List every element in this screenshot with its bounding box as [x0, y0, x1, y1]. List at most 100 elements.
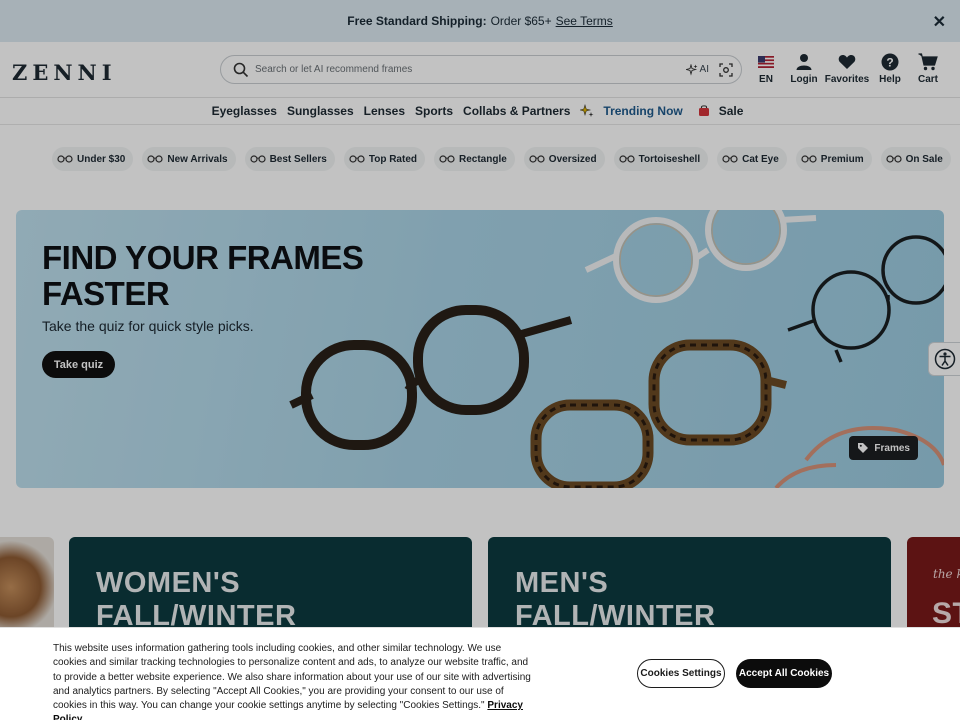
- nav-item-collabs[interactable]: Collabs & Partners: [463, 104, 570, 118]
- help-button[interactable]: ? Help: [872, 52, 908, 85]
- filter-chip[interactable]: Rectangle: [434, 147, 515, 171]
- search-icon: [227, 56, 255, 84]
- filter-chip-label: Cat Eye: [742, 153, 779, 165]
- glasses-icon: [249, 155, 266, 163]
- frames-tag-label: Frames: [874, 442, 910, 454]
- right-card-title: ST: [932, 597, 960, 630]
- cart-button[interactable]: Cart: [910, 52, 946, 85]
- promo-cards: WOMEN'S FALL/WINTER MEN'S FALL/WINTER th…: [0, 537, 960, 637]
- accessibility-icon: [934, 348, 955, 370]
- sparkle-icon: [685, 63, 698, 76]
- glasses-icon: [722, 155, 738, 163]
- filter-chip[interactable]: Oversized: [523, 147, 605, 171]
- promo-bar: Free Standard Shipping: Order $65+ See T…: [0, 0, 960, 42]
- filter-chip[interactable]: Under $30: [52, 147, 134, 171]
- sale-tag-icon: [698, 105, 709, 116]
- womens-card-title: WOMEN'S FALL/WINTER: [96, 567, 296, 633]
- hero-title: FIND YOUR FRAMES FASTER: [42, 239, 364, 312]
- hero-subtitle: Take the quiz for quick style picks.: [42, 318, 254, 334]
- nav-item-sale[interactable]: Sale: [698, 104, 749, 118]
- filter-chip-label: Oversized: [548, 153, 597, 165]
- filter-chip[interactable]: Premium: [795, 147, 872, 171]
- nav-item-sports[interactable]: Sports: [415, 104, 453, 118]
- cookie-body: This website uses information gathering …: [53, 643, 531, 712]
- glasses-icon: [885, 155, 902, 163]
- accessibility-button[interactable]: [928, 342, 960, 376]
- promo-card-partial-right[interactable]: the k ST: [907, 537, 960, 637]
- glasses-icon: [57, 155, 73, 163]
- filter-chip[interactable]: Top Rated: [343, 147, 425, 171]
- user-icon: [795, 52, 813, 72]
- svg-text:?: ?: [886, 55, 893, 69]
- womens-title-line1: WOMEN'S: [96, 567, 241, 599]
- hero-title-line1: FIND YOUR FRAMES: [42, 239, 364, 276]
- main-nav: Eyeglasses Sunglasses Lenses Sports Coll…: [0, 98, 960, 125]
- filter-chips: Under $30 New Arrivals Best Sellers Top Rat…: [52, 147, 951, 171]
- promo-bold-text: Free Standard Shipping:: [347, 14, 487, 28]
- mens-card-title: MEN'S FALL/WINTER: [515, 567, 715, 633]
- glasses-icon: [801, 155, 817, 163]
- cookie-text: This website uses information gathering …: [53, 642, 533, 720]
- us-flag-icon: [758, 52, 774, 72]
- sale-label: Sale: [718, 104, 744, 118]
- filter-chip-label: Under $30: [77, 153, 126, 165]
- promo-card-partial-left[interactable]: [0, 537, 54, 637]
- language-label: EN: [759, 74, 773, 85]
- promo-text: Order $65+: [490, 14, 552, 28]
- filter-chip-label: Top Rated: [368, 153, 417, 165]
- filter-chip-label: Rectangle: [459, 153, 507, 165]
- filter-chip-label: On Sale: [905, 153, 943, 165]
- filter-chip[interactable]: New Arrivals: [142, 147, 236, 171]
- login-button[interactable]: Login: [786, 52, 822, 85]
- glasses-icon: [619, 155, 635, 163]
- right-card-script: the k: [933, 567, 960, 581]
- help-label: Help: [879, 74, 901, 85]
- trending-label: Trending Now: [603, 104, 683, 118]
- login-label: Login: [790, 74, 818, 85]
- frames-tag[interactable]: Frames: [849, 436, 918, 460]
- accept-all-cookies-button[interactable]: Accept All Cookies: [736, 659, 832, 688]
- hero-banner[interactable]: FIND YOUR FRAMES FASTER Take the quiz fo…: [16, 210, 944, 488]
- filter-chip[interactable]: Best Sellers: [244, 147, 335, 171]
- search-input[interactable]: [255, 64, 686, 75]
- promo-card-mens[interactable]: MEN'S FALL/WINTER: [488, 537, 891, 637]
- trending-sparkle-icon: [580, 104, 594, 117]
- hero-glasses-illustration: [289, 210, 944, 488]
- nav-item-sunglasses[interactable]: Sunglasses: [287, 104, 354, 118]
- filter-chip-label: Best Sellers: [269, 153, 327, 165]
- filter-chip[interactable]: On Sale: [880, 147, 951, 171]
- site-header: ZENNI AI EN Login: [0, 42, 960, 98]
- see-terms-link[interactable]: See Terms: [556, 14, 613, 28]
- ai-label: AI: [699, 64, 709, 75]
- promo-card-womens[interactable]: WOMEN'S FALL/WINTER: [69, 537, 472, 637]
- ai-toggle[interactable]: AI: [685, 63, 709, 76]
- filter-chip[interactable]: Cat Eye: [717, 147, 787, 171]
- favorites-label: Favorites: [824, 74, 870, 85]
- cart-label: Cart: [917, 74, 938, 85]
- language-selector[interactable]: EN: [748, 52, 784, 85]
- glasses-icon: [349, 155, 365, 163]
- favorites-button[interactable]: Favorites: [824, 52, 870, 85]
- camera-search-icon[interactable]: [719, 62, 733, 77]
- close-icon[interactable]: ✕: [933, 12, 946, 32]
- search-bar[interactable]: AI: [220, 55, 742, 84]
- filter-chip-label: Tortoiseshell: [638, 153, 701, 165]
- hero-title-line2: FASTER: [42, 275, 170, 312]
- nav-item-lenses[interactable]: Lenses: [364, 104, 405, 118]
- nav-item-eyeglasses[interactable]: Eyeglasses: [212, 104, 277, 118]
- tag-icon: [858, 443, 869, 453]
- glasses-icon: [147, 155, 163, 163]
- header-actions: EN Login Favorites ? Help Cart: [746, 52, 946, 85]
- glasses-icon: [529, 155, 545, 163]
- heart-icon: [838, 52, 856, 72]
- cookies-settings-button[interactable]: Cookies Settings: [637, 659, 725, 688]
- cart-icon: [918, 52, 938, 72]
- filter-chip-label: Premium: [820, 153, 864, 165]
- nav-item-trending[interactable]: Trending Now: [580, 104, 687, 118]
- mens-title-line1: MEN'S: [515, 567, 609, 599]
- filter-chip[interactable]: Tortoiseshell: [613, 147, 709, 171]
- zenni-logo[interactable]: ZENNI: [12, 60, 117, 85]
- help-icon: ?: [881, 52, 899, 72]
- take-quiz-button[interactable]: Take quiz: [42, 351, 115, 378]
- cookie-banner: This website uses information gathering …: [0, 627, 960, 720]
